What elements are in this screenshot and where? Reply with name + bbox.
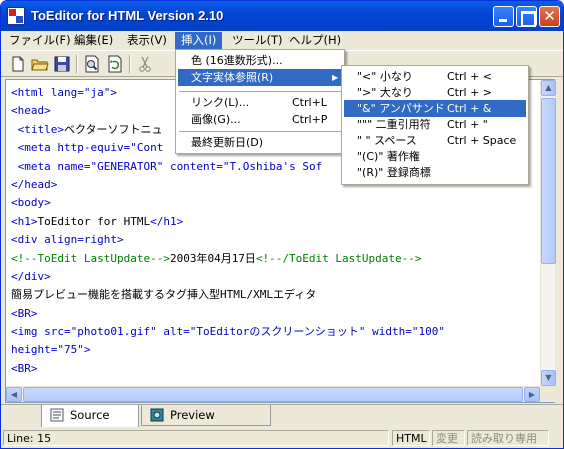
code-tag: <html lang="ja"> (11, 86, 117, 99)
entity-item-double-quote[interactable]: """ 二重引用符 Ctrl + " (344, 116, 526, 133)
code-line: <div align=right> (11, 231, 536, 249)
title-bar[interactable]: ToEditor for HTML Version 2.10 ✕ (1, 1, 563, 31)
close-icon: ✕ (543, 7, 556, 25)
code-line: <BR> (11, 360, 536, 378)
scrollbar-corner (540, 386, 555, 402)
app-icon[interactable] (7, 7, 25, 25)
tab-preview-label: Preview (170, 408, 215, 422)
tab-source-label: Source (70, 408, 110, 422)
preview-icon (150, 408, 164, 422)
maximize-button[interactable] (516, 6, 537, 27)
window-title: ToEditor for HTML Version 2.10 (31, 8, 224, 23)
entity-item-ampersand[interactable]: "&" アンパサンド Ctrl + & (344, 100, 526, 117)
entity-item-greater-than[interactable]: ">" 大なり Ctrl + > (344, 84, 526, 101)
scroll-left-button[interactable]: ◀ (6, 387, 22, 402)
source-icon (50, 408, 64, 422)
entity-item-copyright[interactable]: "(C)" 著作権 (344, 148, 526, 165)
minimize-icon (494, 7, 513, 26)
code-tag: <BR> (11, 306, 38, 320)
code-text: ベクターソフトニュ (63, 122, 163, 136)
vertical-scroll-thumb[interactable] (541, 98, 556, 264)
code-text: ToEditor for HTML (37, 214, 151, 228)
code-text: 簡易プレビュー機能を搭載するタグ挿入型HTML/XMLエディタ (11, 288, 317, 302)
open-folder-icon[interactable] (31, 55, 49, 73)
toolbar-separator (129, 55, 131, 73)
tab-source[interactable]: Source (41, 405, 139, 427)
menu-separator (179, 131, 341, 133)
close-button[interactable]: ✕ (539, 6, 560, 27)
code-line: <BR> (11, 305, 536, 323)
code-tag: </h1> (150, 214, 184, 228)
menu-insert[interactable]: 挿入(I) (175, 32, 223, 49)
code-tag: <div align=right> (11, 233, 124, 247)
code-tag: <img src="photo01.gif" alt="ToEditorのスクリ… (11, 325, 445, 339)
entity-reference-submenu: "<" 小なり Ctrl + < ">" 大なり Ctrl + > "&" アン… (341, 65, 529, 185)
code-tag: <meta name="GENERATOR" content="T.Oshiba… (11, 159, 323, 173)
menu-item-last-updated[interactable]: 最終更新日(D) (178, 134, 342, 151)
horizontal-scrollbar[interactable]: ◀ ▶ (6, 386, 540, 402)
menu-item-entity-reference[interactable]: 文字実体参照(R) ▶ (178, 69, 342, 86)
menu-bar: ファイル(F) 編集(E) 表示(V) 挿入(I) ツール(T) ヘルプ(H) (1, 31, 563, 49)
code-tag: </div> (11, 269, 51, 283)
code-tag: height="75"> (11, 343, 91, 357)
menu-tools[interactable]: ツール(T) (226, 32, 289, 49)
code-line: <img src="photo01.gif" alt="ToEditorのスクリ… (11, 323, 536, 341)
code-comment: <!--ToEdit LastUpdate--> (11, 251, 170, 265)
code-line: <!--ToEdit LastUpdate-->2003年04月17日<!--/… (11, 250, 536, 268)
refresh-icon[interactable] (106, 55, 124, 73)
code-line: </div> (11, 268, 536, 286)
code-tag: <h1> (11, 214, 38, 228)
menu-item-color[interactable]: 色 (16進数形式)... (178, 52, 342, 69)
menu-separator (179, 91, 341, 93)
code-line: <h1>ToEditor for HTML</h1> (11, 213, 536, 231)
vertical-scrollbar[interactable]: ▲ ▼ (540, 80, 556, 386)
menu-item-link[interactable]: リンク(L)... Ctrl+L (178, 94, 342, 111)
menu-help[interactable]: ヘルプ(H) (283, 32, 347, 49)
menu-item-image[interactable]: 画像(G)... Ctrl+P (178, 111, 342, 128)
tab-preview[interactable]: Preview (141, 405, 271, 426)
status-bar: Line: 15 HTML 変更 読み取り専用 (1, 427, 563, 448)
code-tag: </head> (11, 177, 58, 191)
submenu-arrow-icon: ▶ (332, 73, 339, 82)
insert-menu-dropdown: 色 (16進数形式)... 文字実体参照(R) ▶ リンク(L)... Ctrl… (175, 49, 345, 154)
code-tag: <head> (11, 104, 51, 118)
code-tag: <BR> (11, 361, 38, 375)
save-icon[interactable] (53, 55, 71, 73)
status-line-number: Line: 15 (3, 430, 389, 446)
code-tag: <body> (11, 196, 51, 210)
entity-item-less-than[interactable]: "<" 小なり Ctrl + < (344, 68, 526, 85)
entity-item-space[interactable]: " " スペース Ctrl + Space (344, 132, 526, 149)
status-readonly: 読み取り専用 (467, 430, 549, 446)
minimize-button[interactable] (493, 6, 514, 27)
entity-item-registered[interactable]: "(R)" 登録商標 (344, 164, 526, 181)
new-file-icon[interactable] (9, 55, 27, 73)
horizontal-scroll-thumb[interactable] (23, 387, 523, 402)
cut-icon[interactable] (136, 55, 154, 73)
app-window: ToEditor for HTML Version 2.10 ✕ ファイル(F)… (0, 0, 564, 449)
code-line: プレビュー画面に切り替えて確認しながらHTMLやXMLファイルを編集できる (11, 378, 536, 380)
scroll-down-button[interactable]: ▼ (541, 370, 556, 386)
status-mode: HTML (392, 430, 430, 446)
status-modified: 変更 (432, 430, 465, 446)
scroll-right-button[interactable]: ▶ (524, 387, 540, 402)
code-text: 2003年04月17日 (169, 251, 256, 265)
menu-file[interactable]: ファイル(F) (3, 32, 77, 49)
code-line: 簡易プレビュー機能を搭載するタグ挿入型HTML/XMLエディタ (11, 286, 536, 304)
code-tag: <title> (11, 122, 64, 136)
code-line: <body> (11, 194, 536, 212)
code-line: height="75"> (11, 341, 536, 359)
print-preview-icon[interactable] (83, 55, 101, 73)
toolbar-separator (76, 55, 78, 73)
view-tabs: Source Preview (1, 404, 563, 427)
scroll-up-button[interactable]: ▲ (541, 80, 556, 96)
menu-edit[interactable]: 編集(E) (68, 32, 119, 49)
maximize-icon (517, 7, 536, 27)
code-tag: <meta http-equiv="Cont (11, 141, 164, 155)
menu-view[interactable]: 表示(V) (121, 32, 173, 49)
code-comment: <!--/ToEdit LastUpdate--> (255, 251, 422, 265)
